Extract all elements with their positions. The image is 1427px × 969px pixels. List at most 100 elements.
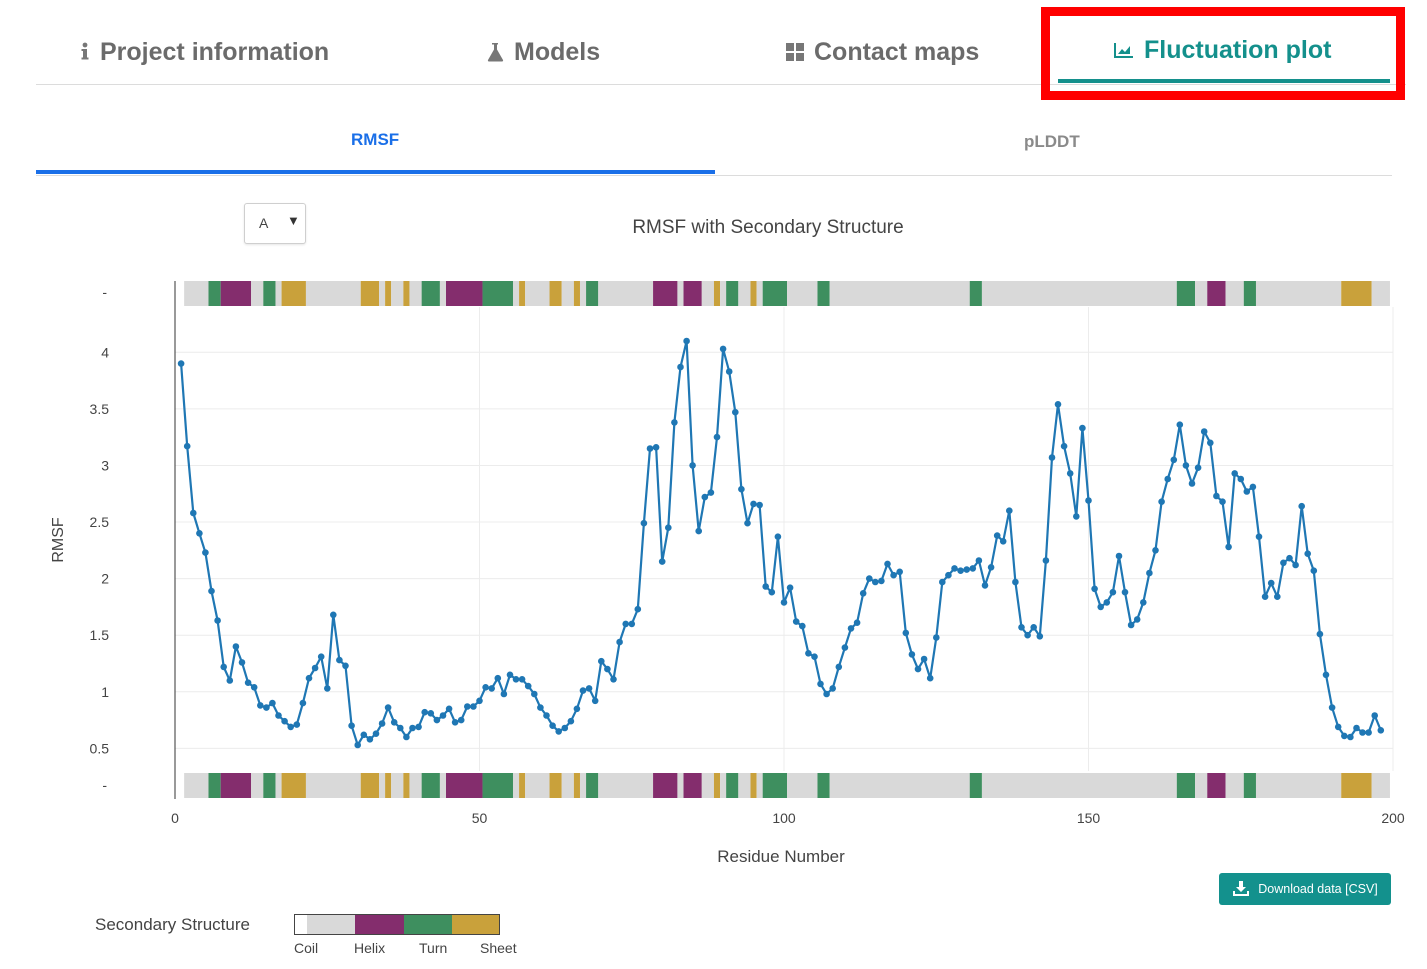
rmsf-point: [543, 712, 550, 719]
ss-segment-sheet-bottom: [385, 773, 392, 798]
rmsf-point: [470, 703, 477, 710]
download-icon: [1232, 881, 1250, 897]
rmsf-point: [1188, 480, 1196, 487]
download-data-button[interactable]: Download data [CSV]: [1219, 873, 1391, 905]
rmsf-point: [445, 705, 453, 713]
rmsf-point: [768, 588, 776, 596]
rmsf-point: [336, 656, 343, 664]
ss-segment-coil-top: [275, 281, 282, 306]
rmsf-point: [360, 731, 368, 739]
chain-select[interactable]: A ▼: [244, 203, 306, 244]
rmsf-point: [890, 571, 897, 579]
ss-segment-coil-top: [738, 281, 751, 306]
rmsf-point: [573, 705, 581, 713]
ss-segment-helix-bottom: [683, 773, 702, 798]
rmsf-point: [342, 662, 349, 670]
rmsf-point: [884, 560, 891, 568]
ss-segment-turn-top: [969, 281, 982, 306]
rmsf-point: [987, 564, 995, 571]
rmsf-point: [622, 620, 629, 628]
ss-segment-helix-top: [683, 281, 702, 306]
ss-segment-helix-top: [1207, 281, 1226, 306]
ss-segment-turn-bottom: [762, 773, 788, 798]
rmsf-point: [1353, 724, 1360, 732]
rmsf-point: [811, 653, 818, 660]
rmsf-point: [1182, 462, 1190, 469]
rmsf-point: [646, 445, 654, 452]
rmsf-point: [1304, 550, 1311, 557]
ss-segment-coil-bottom: [1195, 773, 1208, 798]
ss-segment-sheet-top: [1341, 281, 1372, 306]
rmsf-point: [933, 634, 940, 641]
ss-segment-sheet-bottom: [573, 773, 580, 798]
rmsf-point: [853, 619, 861, 626]
legend-label-turn: Turn: [419, 940, 448, 956]
rmsf-point: [293, 721, 301, 728]
legend-label-coil: Coil: [294, 940, 319, 956]
rmsf-point: [896, 568, 903, 576]
ss-segment-sheet-top: [360, 281, 380, 306]
ss-segment-coil-top: [1371, 281, 1390, 306]
ss-segment-sheet-bottom: [360, 773, 380, 798]
rmsf-point: [464, 703, 471, 710]
rmsf-point: [1286, 554, 1293, 562]
ss-segment-coil-top: [391, 281, 404, 306]
rmsf-point: [1140, 599, 1147, 606]
rmsf-point: [695, 527, 702, 535]
ss-segment-turn-bottom: [1176, 773, 1196, 798]
ss-segment-coil-bottom: [720, 773, 727, 798]
rmsf-point: [1267, 579, 1275, 587]
rmsf-point: [951, 565, 958, 572]
rmsf-point: [847, 625, 855, 632]
rmsf-point: [738, 485, 745, 493]
rmsf-point: [317, 653, 325, 660]
rmsf-point: [409, 724, 416, 732]
rmsf-point: [750, 500, 757, 508]
rmsf-point: [1066, 470, 1074, 477]
legend-swatch-turn: [404, 915, 452, 934]
ss-segment-coil-bottom: [677, 773, 684, 798]
rmsf-point: [1054, 401, 1062, 408]
rmsf-point: [1261, 593, 1269, 600]
rmsf-point: [524, 682, 532, 690]
ss-segment-coil-top: [677, 281, 684, 306]
ss-segment-helix-top: [220, 281, 252, 306]
chart-title: RMSF with Secondary Structure: [632, 217, 903, 238]
rmsf-point: [762, 583, 769, 590]
rmsf-point: [780, 599, 788, 606]
x-tick-label: 200: [1381, 810, 1405, 826]
rmsf-point: [914, 665, 922, 673]
rmsf-point: [805, 650, 812, 657]
rmsf-point: [908, 651, 916, 658]
rmsf-point: [999, 538, 1007, 545]
rmsf-point: [1334, 723, 1342, 731]
rmsf-point: [732, 408, 739, 416]
rmsf-point: [1359, 729, 1366, 736]
rmsf-point: [512, 676, 520, 683]
ss-segment-coil-bottom: [305, 773, 361, 798]
rmsf-point: [1377, 727, 1385, 734]
rmsf-point: [390, 719, 398, 726]
legend-label-sheet: Sheet: [480, 940, 517, 956]
ss-segment-turn-bottom: [263, 773, 276, 798]
ss-segment-turn-top: [482, 281, 513, 306]
rmsf-point: [1237, 475, 1245, 483]
rmsf-point: [1170, 456, 1178, 464]
y-axis-label: RMSF: [50, 517, 67, 563]
rmsf-point: [829, 685, 836, 692]
rmsf-point: [975, 557, 983, 564]
ss-segment-sheet-bottom: [713, 773, 721, 798]
legend-swatch-helix: [355, 915, 404, 934]
rmsf-point: [792, 618, 800, 625]
ss-segment-coil-bottom: [829, 773, 970, 798]
rmsf-point: [1231, 470, 1238, 477]
rmsf-chart: RMSF with Secondary Structure 0.5 1 1.5 2 2.5…: [50, 217, 1405, 866]
ss-segment-coil-top: [561, 281, 574, 306]
rmsf-point: [744, 519, 751, 527]
legend-colorbar: [294, 914, 500, 935]
rmsf-point: [531, 690, 538, 698]
rmsf-point: [859, 590, 867, 597]
ss-segment-sheet-bottom: [549, 773, 562, 798]
track-tick-label-top: -: [102, 284, 107, 300]
ss-segment-turn-top: [208, 281, 221, 306]
